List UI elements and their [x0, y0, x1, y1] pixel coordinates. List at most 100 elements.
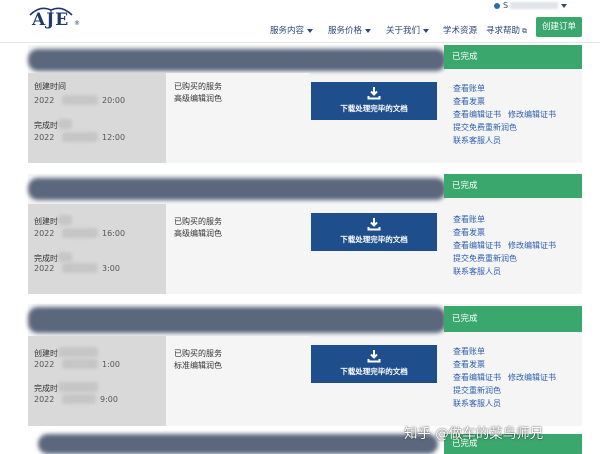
completed-date-blurred [62, 394, 96, 404]
view-invoice-link[interactable]: 查看发票 [453, 227, 485, 238]
created-date-blurred [62, 228, 98, 238]
resubmit-link[interactable]: 提交免费重新润色 [453, 122, 517, 133]
download-label: 下载处理完毕的文档 [340, 235, 408, 244]
edit-certificate-link[interactable]: 修改编辑证书 [508, 372, 556, 383]
created-date-blurred [62, 359, 98, 369]
order-title-blurred [28, 307, 446, 333]
nav-help[interactable]: 寻求帮助 ⧉ [486, 24, 527, 36]
nav-about[interactable]: 关于我们 [386, 24, 430, 36]
download-label: 下载处理完毕的文档 [340, 104, 408, 113]
status-badge: 已完成 [444, 45, 582, 69]
created-label: 创建时 [34, 349, 58, 358]
completed-date: 2022 [34, 133, 55, 142]
contact-support-link[interactable]: 联系客服人员 [453, 266, 501, 277]
service-value: 高级编辑润色 [174, 229, 222, 238]
created-date: 2022 [34, 96, 55, 105]
view-certificate-link[interactable]: 查看编辑证书 [453, 109, 501, 120]
order-service: 已购买的服务 高级编辑润色 [166, 204, 310, 294]
nav-resources[interactable]: 学术资源 [443, 24, 477, 36]
edit-certificate-link[interactable]: 修改编辑证书 [508, 109, 556, 120]
created-label-blurred [58, 347, 98, 357]
service-label: 已购买的服务 [174, 82, 222, 91]
nav-label: 服务价格 [328, 26, 363, 36]
completed-label: 完成时 [34, 254, 58, 263]
created-time: 16:00 [102, 229, 126, 238]
completed-date: 2022 [34, 395, 55, 404]
order-header: 已完成 [28, 174, 582, 202]
top-header: AJE ® 服务内容 服务价格 关于我们 学术资源 寻求帮助 ⧉ S 创建订单 [0, 0, 600, 43]
contact-support-link[interactable]: 联系客服人员 [453, 135, 501, 146]
order-dates: 创建时间 2022 20:00 完成时 2022 12:00 [28, 73, 166, 163]
order-card: 已完成 创建时间 2022 20:00 完成时 2022 12:00 已购买的服… [28, 45, 582, 163]
view-certificate-link[interactable]: 查看编辑证书 [453, 240, 501, 251]
completed-label: 完成时 [34, 121, 58, 130]
view-certificate-link[interactable]: 查看编辑证书 [453, 372, 501, 383]
create-order-button[interactable]: 创建订单 [536, 17, 582, 37]
download-document-button[interactable]: 下载处理完毕的文档 [311, 213, 437, 251]
download-document-button[interactable]: 下载处理完毕的文档 [311, 82, 437, 120]
logo-text: AJE [32, 10, 70, 30]
download-label: 下载处理完毕的文档 [340, 367, 408, 376]
nav-label: 学术资源 [443, 26, 478, 36]
order-dates: 创建时 2022 1:00 完成时 2022 9:00 [28, 336, 166, 426]
created-time: 1:00 [102, 360, 120, 369]
view-bill-link[interactable]: 查看账单 [453, 83, 485, 94]
download-icon [367, 218, 381, 231]
service-label: 已购买的服务 [174, 217, 222, 226]
service-label: 已购买的服务 [174, 349, 222, 358]
contact-support-link[interactable]: 联系客服人员 [453, 398, 501, 409]
user-icon [494, 2, 500, 9]
order-title-blurred [28, 178, 446, 200]
completed-time: 12:00 [102, 133, 126, 142]
completed-date: 2022 [34, 264, 55, 273]
caret-down-icon [561, 3, 568, 8]
created-date: 2022 [34, 229, 55, 238]
resubmit-link[interactable]: 提交重新润色 [453, 385, 501, 396]
view-invoice-link[interactable]: 查看发票 [453, 359, 485, 370]
created-date-blurred [62, 95, 98, 105]
created-time: 20:00 [102, 96, 126, 105]
view-bill-link[interactable]: 查看账单 [453, 214, 485, 225]
service-value: 高级编辑润色 [174, 94, 222, 103]
order-header: 已完成 [28, 45, 582, 73]
caret-down-icon [365, 28, 372, 33]
completed-time: 9:00 [100, 395, 118, 404]
order-service: 已购买的服务 高级编辑润色 [166, 73, 310, 163]
nav-label: 寻求帮助 [486, 26, 521, 36]
nav-pricing[interactable]: 服务价格 [328, 24, 372, 36]
user-menu[interactable]: S [494, 1, 568, 10]
zhihu-watermark: 知乎 @做车的菜鸟师兄 [404, 426, 544, 442]
completed-label-blurred [58, 382, 98, 392]
nav-services[interactable]: 服务内容 [270, 24, 314, 36]
created-date: 2022 [34, 360, 55, 369]
order-card: 已完成 创建时 2022 16:00 完成时 2022 3:00 已购买的服务 … [28, 174, 582, 294]
completed-time: 3:00 [102, 264, 120, 273]
nav-label: 服务内容 [270, 26, 305, 36]
user-name-blurred [510, 2, 559, 9]
user-name: S [503, 1, 509, 10]
created-label: 创建时 [34, 217, 58, 226]
download-icon [367, 350, 381, 363]
completed-date-blurred [62, 263, 98, 273]
registered-mark: ® [74, 20, 80, 27]
order-header: 已完成 [28, 304, 582, 334]
edit-certificate-link[interactable]: 修改编辑证书 [508, 240, 556, 251]
download-document-button[interactable]: 下载处理完毕的文档 [311, 345, 437, 383]
view-invoice-link[interactable]: 查看发票 [453, 96, 485, 107]
created-label-blurred [58, 215, 72, 225]
service-value: 标准编辑润色 [174, 361, 222, 370]
resubmit-link[interactable]: 提交免费重新润色 [453, 253, 517, 264]
order-title-blurred [38, 434, 438, 454]
status-badge: 已完成 [444, 306, 582, 332]
aje-logo[interactable]: AJE ® [28, 4, 80, 34]
nav-label: 关于我们 [386, 26, 421, 36]
caret-down-icon [307, 28, 314, 33]
order-card: 已完成 创建时 2022 1:00 完成时 2022 9:00 已购买的服务 标… [28, 304, 582, 426]
order-title-blurred [28, 49, 446, 71]
status-badge: 已完成 [444, 174, 582, 198]
completed-label-blurred [58, 119, 72, 129]
completed-label-blurred [58, 252, 72, 262]
order-dates: 创建时 2022 16:00 完成时 2022 3:00 [28, 204, 166, 294]
download-icon [367, 87, 381, 100]
view-bill-link[interactable]: 查看账单 [453, 346, 485, 357]
